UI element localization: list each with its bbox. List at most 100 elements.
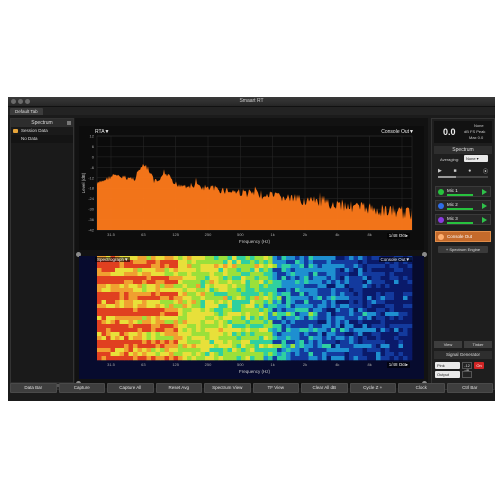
signal-source-select[interactable]: Pink — [435, 362, 460, 369]
panel-options-icon[interactable] — [67, 121, 71, 125]
capture-button[interactable]: Capture — [58, 383, 105, 393]
transport-slider[interactable] — [438, 176, 488, 178]
spectrograph-cell — [133, 272, 138, 277]
play-icon[interactable]: ▶ — [438, 168, 442, 175]
spectrograph-cell — [259, 304, 264, 309]
spectrograph-octave-tag[interactable]: 1/48 Oct▸ — [386, 362, 410, 368]
spectrograph-cell — [286, 276, 291, 281]
spectrograph-mode-label[interactable]: Spectrograph▼ — [95, 257, 131, 262]
tab-default[interactable]: Default Tab — [10, 108, 43, 115]
spectrograph-cell — [286, 316, 291, 321]
mic-2-play-icon[interactable] — [482, 203, 487, 209]
clear-all-button[interactable]: Clear All dB — [301, 383, 348, 393]
spectrograph-cell — [263, 260, 269, 265]
spectrograph-cell — [322, 264, 327, 269]
spectrograph-cell — [155, 292, 161, 297]
spectrograph-source-label[interactable]: Console Out▼ — [378, 257, 412, 262]
spectrograph-cell — [214, 268, 219, 273]
console-out-engine[interactable]: Console Out — [435, 231, 491, 242]
spectrograph-cell — [218, 260, 224, 265]
reset-avg-button[interactable]: Reset Avg — [155, 383, 202, 393]
spectrograph-cell — [272, 276, 278, 281]
spectrograph-cell — [322, 320, 327, 325]
spectrograph-cell — [97, 332, 102, 337]
spectrograph-cell — [340, 300, 345, 305]
rta-octave-tag[interactable]: 1/48 Oct▸ — [386, 233, 410, 239]
spectrograph-cell — [187, 268, 192, 273]
data-bar-button[interactable]: Data Bar — [10, 383, 57, 393]
signal-output-channel[interactable] — [462, 371, 472, 378]
spectrograph-cell — [362, 356, 368, 361]
cycle-button[interactable]: Cycle Z + — [349, 383, 396, 393]
signal-output-select[interactable]: Output — [435, 371, 460, 378]
rta-xtick: 125 — [172, 232, 179, 237]
spectrograph-cell — [133, 268, 138, 273]
add-spectrum-engine-button[interactable]: + Spectrum Engine — [438, 246, 488, 253]
spectrograph-cell — [349, 300, 354, 305]
spectrograph-cell — [286, 348, 291, 353]
loop-icon[interactable]: ⦿ — [483, 168, 488, 175]
spectrograph-cell — [209, 292, 215, 297]
mic-3-engine[interactable]: Mic 3 — [435, 214, 491, 225]
spectrograph-cell — [268, 348, 273, 353]
spectrograph-cell — [380, 292, 386, 297]
spectrograph-cell — [146, 324, 152, 329]
record-icon[interactable]: ● — [468, 168, 471, 175]
signal-level-field[interactable]: -12 dB — [462, 362, 472, 373]
spectrograph-cell — [403, 328, 408, 333]
spectrograph-cell — [353, 328, 359, 333]
spectrograph-cell — [218, 268, 224, 273]
spectrograph-cell — [407, 332, 413, 337]
spectrograph-cell — [232, 304, 237, 309]
spectrograph-cell — [259, 308, 264, 313]
spectrograph-cell — [335, 304, 341, 309]
rta-source-label[interactable]: Console Out▼ — [381, 129, 414, 135]
spectrograph-cell — [245, 288, 251, 293]
spectrograph-cell — [407, 352, 413, 357]
spectrograph-cell — [250, 300, 255, 305]
mic-2-engine[interactable]: Mic 2 — [435, 200, 491, 211]
mic-1-play-icon[interactable] — [482, 189, 487, 195]
spectrograph-cell — [191, 260, 197, 265]
meter-source[interactable]: None — [474, 123, 484, 128]
spectrograph-cell — [115, 280, 120, 285]
mic-3-play-icon[interactable] — [482, 217, 487, 223]
spectrograph-cell — [362, 312, 368, 317]
spectrograph-cell — [286, 272, 291, 277]
spectrograph-cell — [173, 292, 179, 297]
view-button[interactable]: View — [434, 341, 462, 348]
spectrum-view-button[interactable]: Spectrum View — [204, 383, 251, 393]
spectrograph-cell — [196, 256, 201, 261]
session-data-folder[interactable]: Session Data — [11, 127, 73, 135]
spectrograph-cell — [223, 336, 228, 341]
clock-button[interactable]: Clock — [398, 383, 445, 393]
capture-all-button[interactable]: Capture All — [107, 383, 154, 393]
rta-plot[interactable]: 12 6 0 -6 -12 -18 -24 -30 -36 -42 31.5 63 125 250 500 1… — [79, 126, 424, 250]
spectrograph-cell — [349, 260, 354, 265]
averaging-select[interactable]: None ▾ — [464, 155, 488, 162]
spectrograph-cell — [407, 348, 413, 353]
spectrograph-cell — [196, 356, 201, 361]
signal-on-button[interactable]: On — [474, 362, 484, 369]
spectrograph-cell — [236, 352, 242, 357]
spectrograph-cell — [398, 328, 404, 333]
spectrograph-cell — [160, 300, 165, 305]
ctrl-bar-button[interactable]: Ctrl Bar — [446, 383, 493, 393]
spectrograph-cell — [178, 296, 183, 301]
stop-icon[interactable]: ■ — [454, 168, 457, 175]
spectrograph-cell — [362, 296, 368, 301]
spectrograph-cell — [322, 336, 327, 341]
spectrograph-plot[interactable]: 31.5631252505001k2k4k8k16kFrequency (Hz)… — [79, 256, 424, 379]
mic-1-engine[interactable]: Mic 1 — [435, 186, 491, 197]
tinker-button[interactable]: Tinker — [464, 341, 492, 348]
spectrograph-cell — [133, 264, 138, 269]
spectrograph-cell — [290, 284, 296, 289]
spectrograph-cell — [317, 300, 323, 305]
spectrograph-cell — [137, 352, 143, 357]
tf-view-button[interactable]: TF View — [252, 383, 299, 393]
spectrograph-cell — [191, 324, 197, 329]
spectrograph-cell — [110, 296, 116, 301]
rta-mode-label[interactable]: RTA▼ — [95, 129, 110, 135]
signal-generator-row: Pink -12 dB On — [435, 362, 492, 373]
spectrograph-cell — [385, 276, 390, 281]
